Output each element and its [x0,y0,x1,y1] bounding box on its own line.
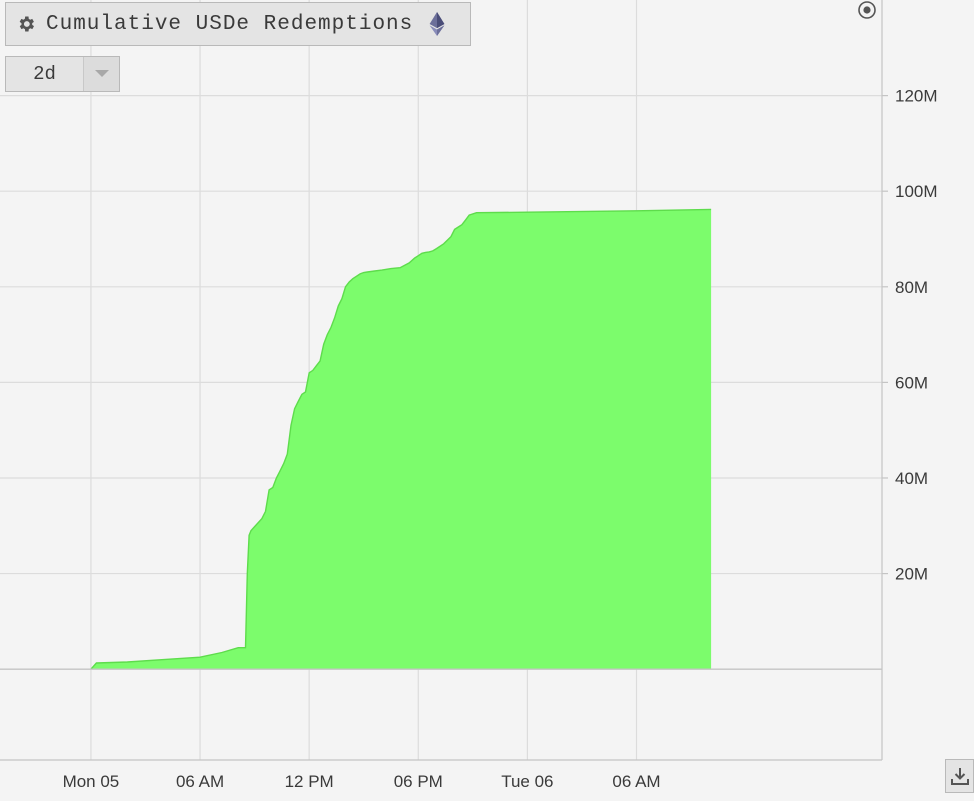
target-circle-icon[interactable] [857,0,877,20]
x-tick-label-4: Tue 06 [501,772,553,791]
chart-title-bar[interactable]: Cumulative USDe Redemptions [5,2,471,46]
x-tick-label-2: 12 PM [285,772,334,791]
download-icon [950,768,969,785]
y-tick-labels: 20M 40M 60M 80M 100M 120M [882,87,938,584]
y-tick-label-0: 20M [895,565,928,584]
ethereum-icon [429,12,445,36]
chart-svg: 20M 40M 60M 80M 100M 120M Mon 05 06 AM 12 PM 06 … [0,0,938,791]
x-tick-label-0: Mon 05 [63,772,120,791]
y-tick-label-5: 120M [895,87,938,106]
chart-root: 20M 40M 60M 80M 100M 120M Mon 05 06 AM 12 PM 06 … [0,0,974,801]
y-tick-label-2: 60M [895,373,928,392]
x-tick-labels: Mon 05 06 AM 12 PM 06 PM Tue 06 06 AM [63,772,661,791]
x-tick-label-1: 06 AM [176,772,224,791]
series-area-0 [90,209,712,670]
y-tick-label-3: 80M [895,278,928,297]
range-value[interactable]: 2d [6,57,84,91]
y-tick-label-4: 100M [895,182,938,201]
y-tick-label-1: 40M [895,469,928,488]
area-layer [90,208,712,670]
gear-icon[interactable] [16,14,36,34]
x-tick-label-3: 06 PM [394,772,443,791]
chevron-down-icon [94,70,109,77]
x-tick-label-5: 06 AM [612,772,660,791]
download-button[interactable] [945,759,974,793]
range-dropdown-button[interactable] [84,57,119,91]
range-selector[interactable]: 2d [5,56,120,92]
chart-title: Cumulative USDe Redemptions [46,12,414,36]
